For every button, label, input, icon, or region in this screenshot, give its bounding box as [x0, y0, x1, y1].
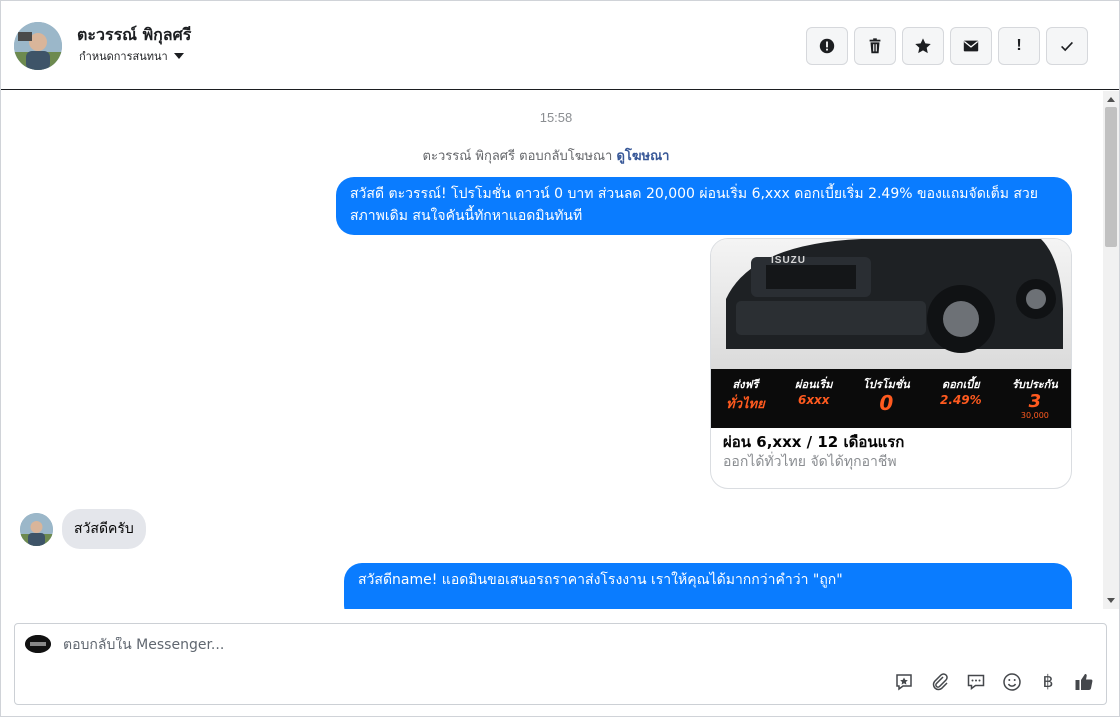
saved-reply-icon — [896, 674, 912, 691]
contact-name[interactable]: ตะวรรณ์ พิกุลศรี — [77, 23, 191, 48]
brand-badge: ISUZU — [771, 255, 806, 266]
payment-button[interactable]: ฿ — [1036, 670, 1060, 694]
promo-label: ส่งฟรี — [732, 378, 759, 391]
scroll-up-arrow-icon[interactable] — [1107, 97, 1115, 102]
promo-label: ผ่อนเริ่ม — [795, 378, 833, 391]
messenger-window: ตะวรรณ์ พิกุลศรี กำหนดการสนทนา ! 15:58 ต… — [0, 0, 1120, 717]
star-icon — [915, 38, 931, 54]
ad-reply-text: ตะวรรณ์ พิกุลศรี ตอบกลับโฆษณา — [422, 149, 613, 164]
header-actions: ! — [806, 27, 1088, 65]
spam-button[interactable] — [806, 27, 848, 65]
conversation-header: ตะวรรณ์ พิกุลศรี กำหนดการสนทนา ! — [1, 1, 1119, 90]
promo-extra: 30,000 — [1020, 411, 1049, 420]
attach-button[interactable] — [928, 670, 952, 694]
baht-icon: ฿ — [1042, 672, 1054, 692]
composer-toolbar: ฿ — [892, 670, 1096, 694]
caret-down-icon — [173, 53, 184, 59]
promo-value: 6xxx — [797, 393, 830, 407]
thread-scrollbar[interactable] — [1103, 91, 1119, 609]
alert-circle-icon — [819, 38, 835, 54]
promo-label: ดอกเบี้ย — [942, 378, 980, 391]
ad-card[interactable]: ส่งฟรี ทั่วไทย ผ่อนเริ่ม 6xxx โปรโมชั่น … — [710, 238, 1072, 489]
outgoing-message[interactable]: สวัสดีname! แอดมินขอเสนอรถราคาส่งโรงงาน … — [344, 563, 1072, 609]
promo-value: 2.49% — [940, 393, 982, 407]
ad-subtitle: ออกได้ทั่วไทย จัดได้ทุกอาชีพ — [723, 454, 897, 470]
envelope-icon — [963, 40, 979, 52]
scroll-down-arrow-icon[interactable] — [1107, 598, 1115, 603]
message-composer: ฿ — [14, 623, 1107, 705]
incoming-message-row: สวัสดีครับ — [20, 509, 146, 549]
promo-value: 0 — [879, 391, 894, 415]
view-ad-link[interactable]: ดูโฆษณา — [616, 149, 669, 164]
attachment-icon — [932, 673, 948, 691]
emoji-icon — [1003, 673, 1021, 691]
assign-label: กำหนดการสนทนา — [79, 50, 168, 63]
ad-image: ส่งฟรี ทั่วไทย ผ่อนเริ่ม 6xxx โปรโมชั่น … — [711, 239, 1071, 428]
promo-value: 3 — [1028, 391, 1042, 412]
chat-bubble-icon — [967, 674, 985, 690]
trash-icon — [869, 38, 881, 54]
incoming-message[interactable]: สวัสดีครับ — [62, 509, 146, 549]
delete-button[interactable] — [854, 27, 896, 65]
checkmark-icon — [1061, 41, 1073, 52]
like-icon — [1075, 674, 1093, 690]
star-button[interactable] — [902, 27, 944, 65]
exclamation-icon: ! — [1016, 37, 1022, 54]
ad-reply-notice: ตะวรรณ์ พิกุลศรี ตอบกลับโฆษณา ดูโฆษณา — [1, 145, 1091, 166]
reply-input[interactable] — [63, 637, 663, 653]
contact-avatar-small — [20, 512, 53, 546]
like-button[interactable] — [1072, 670, 1096, 694]
mark-unread-button[interactable] — [950, 27, 992, 65]
outgoing-message[interactable]: สวัสดี ตะวรรณ์! โปรโมชั่น ดาวน์ 0 บาท ส่… — [336, 177, 1072, 235]
follow-up-button[interactable]: ! — [998, 27, 1040, 65]
mark-done-button[interactable] — [1046, 27, 1088, 65]
message-thread[interactable]: 15:58 ตะวรรณ์ พิกุลศรี ตอบกลับโฆษณา ดูโฆ… — [1, 91, 1103, 609]
assign-conversation-dropdown[interactable]: กำหนดการสนทนา — [79, 47, 184, 65]
saved-replies-button[interactable] — [892, 670, 916, 694]
contact-avatar[interactable] — [14, 22, 62, 70]
quick-reply-button[interactable] — [964, 670, 988, 694]
emoji-button[interactable] — [1000, 670, 1024, 694]
promo-value: ทั่วไทย — [726, 397, 765, 412]
scroll-thumb[interactable] — [1105, 107, 1117, 247]
message-timestamp: 15:58 — [539, 110, 573, 125]
page-logo-icon — [25, 635, 51, 653]
